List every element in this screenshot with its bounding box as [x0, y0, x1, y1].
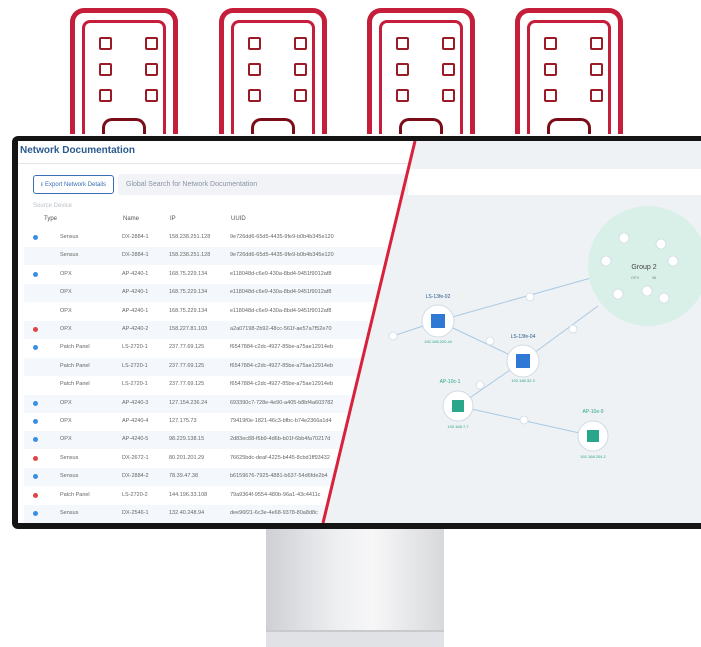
server-rack-icon — [367, 8, 475, 134]
rack-body — [82, 20, 166, 134]
rack-slot — [396, 63, 409, 76]
rack-slot — [590, 63, 603, 76]
split-divider — [18, 141, 701, 523]
rack-slot — [590, 37, 603, 50]
rack-handle — [102, 118, 146, 134]
rack-slot — [145, 37, 158, 50]
rack-slot — [248, 89, 261, 102]
rack-slot — [145, 89, 158, 102]
rack-handle — [399, 118, 443, 134]
rack-slot — [396, 89, 409, 102]
monitor-stand-base — [266, 630, 444, 647]
server-rack-icon — [515, 8, 623, 134]
rack-slot — [99, 63, 112, 76]
rack-body — [379, 20, 463, 134]
rack-slot — [442, 37, 455, 50]
rack-slot — [248, 63, 261, 76]
rack-slot — [99, 37, 112, 50]
rack-slot — [396, 37, 409, 50]
server-rack-icon — [70, 8, 178, 134]
rack-slot — [442, 89, 455, 102]
rack-slot — [145, 63, 158, 76]
rack-slot — [294, 89, 307, 102]
rack-slot — [248, 37, 261, 50]
rack-handle — [547, 118, 591, 134]
monitor-frame: Group 2 OPX 36 LS-13fe-02 192.168.220.44… — [12, 136, 701, 529]
monitor-stand — [266, 526, 444, 645]
rack-body — [231, 20, 315, 134]
rack-slot — [544, 63, 557, 76]
rack-slot — [442, 63, 455, 76]
rack-handle — [251, 118, 295, 134]
rack-slot — [99, 89, 112, 102]
rack-slot — [294, 37, 307, 50]
server-rack-icon — [219, 8, 327, 134]
rack-slot — [544, 37, 557, 50]
rack-slot — [294, 63, 307, 76]
rack-slot — [590, 89, 603, 102]
rack-body — [527, 20, 611, 134]
monitor-screen: Group 2 OPX 36 LS-13fe-02 192.168.220.44… — [18, 141, 701, 523]
rack-slot — [544, 89, 557, 102]
